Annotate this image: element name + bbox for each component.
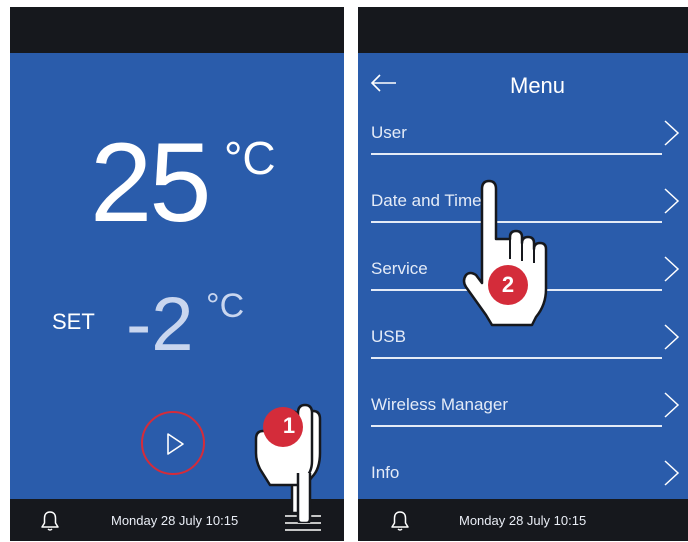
- chevron-right-icon: [664, 324, 680, 350]
- footer-datetime: Monday 28 July 10:15: [459, 513, 587, 528]
- current-temperature-unit: °C: [224, 132, 276, 184]
- chevron-right-icon: [664, 460, 680, 486]
- set-temperature[interactable]: -2: [126, 287, 194, 363]
- menu-item-label: Info: [371, 463, 400, 482]
- step-badge-2: 2: [501, 272, 515, 297]
- play-button[interactable]: [141, 411, 205, 475]
- menu-item-info[interactable]: Info: [358, 427, 688, 495]
- menu-item-wireless-manager[interactable]: Wireless Manager: [358, 359, 688, 427]
- bell-icon[interactable]: [388, 509, 412, 533]
- chevron-right-icon: [664, 392, 680, 418]
- footer-datetime: Monday 28 July 10:15: [111, 513, 239, 528]
- chevron-right-icon: [664, 188, 680, 214]
- bottom-status-bar: Monday 28 July 10:15: [358, 499, 688, 541]
- menu-item-label: USB: [371, 327, 406, 346]
- set-label: SET: [52, 309, 95, 334]
- chevron-right-icon: [664, 120, 680, 146]
- bell-icon[interactable]: [38, 509, 62, 533]
- top-status-bar: [358, 7, 688, 53]
- thermostat-screen: 25 °C SET -2 °C Monday 28 July 10:15 1: [10, 7, 344, 541]
- menu-item-user[interactable]: User: [358, 87, 688, 155]
- menu-screen: Menu User Date and Time Service USB Wire…: [358, 7, 688, 541]
- pointing-hand-icon: [462, 179, 548, 327]
- step-badge-1: 1: [282, 413, 296, 438]
- play-icon: [167, 433, 184, 455]
- menu-item-label: Wireless Manager: [371, 395, 508, 414]
- chevron-right-icon: [664, 256, 680, 282]
- current-temperature: 25: [90, 120, 212, 245]
- top-status-bar: [10, 7, 344, 53]
- menu-item-label: User: [371, 123, 407, 142]
- menu-item-label: Service: [371, 259, 428, 278]
- set-temperature-unit: °C: [206, 287, 245, 325]
- pointing-hand-icon: [254, 403, 322, 523]
